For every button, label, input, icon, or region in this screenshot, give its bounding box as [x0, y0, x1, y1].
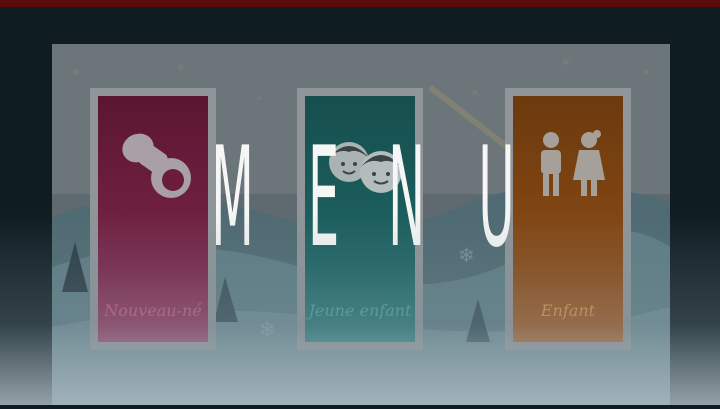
svg-text:❄: ❄ [258, 318, 276, 343]
menu-title: M E N U [0, 118, 720, 278]
title-letter: M [210, 117, 254, 278]
card-newborn-label: Nouveau-né [104, 301, 202, 320]
svg-text:✶: ✶ [470, 86, 480, 100]
top-bar [0, 0, 720, 7]
svg-text:✶: ✶ [560, 55, 572, 71]
title-letter: N [388, 117, 426, 278]
card-toddler-label: Jeune enfant [308, 301, 412, 320]
svg-text:✶: ✶ [255, 94, 263, 105]
svg-text:✶: ✶ [70, 65, 82, 81]
title-letter: E [307, 117, 340, 278]
card-child-label: Enfant [540, 301, 596, 320]
title-letter: U [478, 117, 515, 278]
svg-text:✶: ✶ [640, 65, 652, 81]
svg-text:✶: ✶ [175, 60, 187, 76]
